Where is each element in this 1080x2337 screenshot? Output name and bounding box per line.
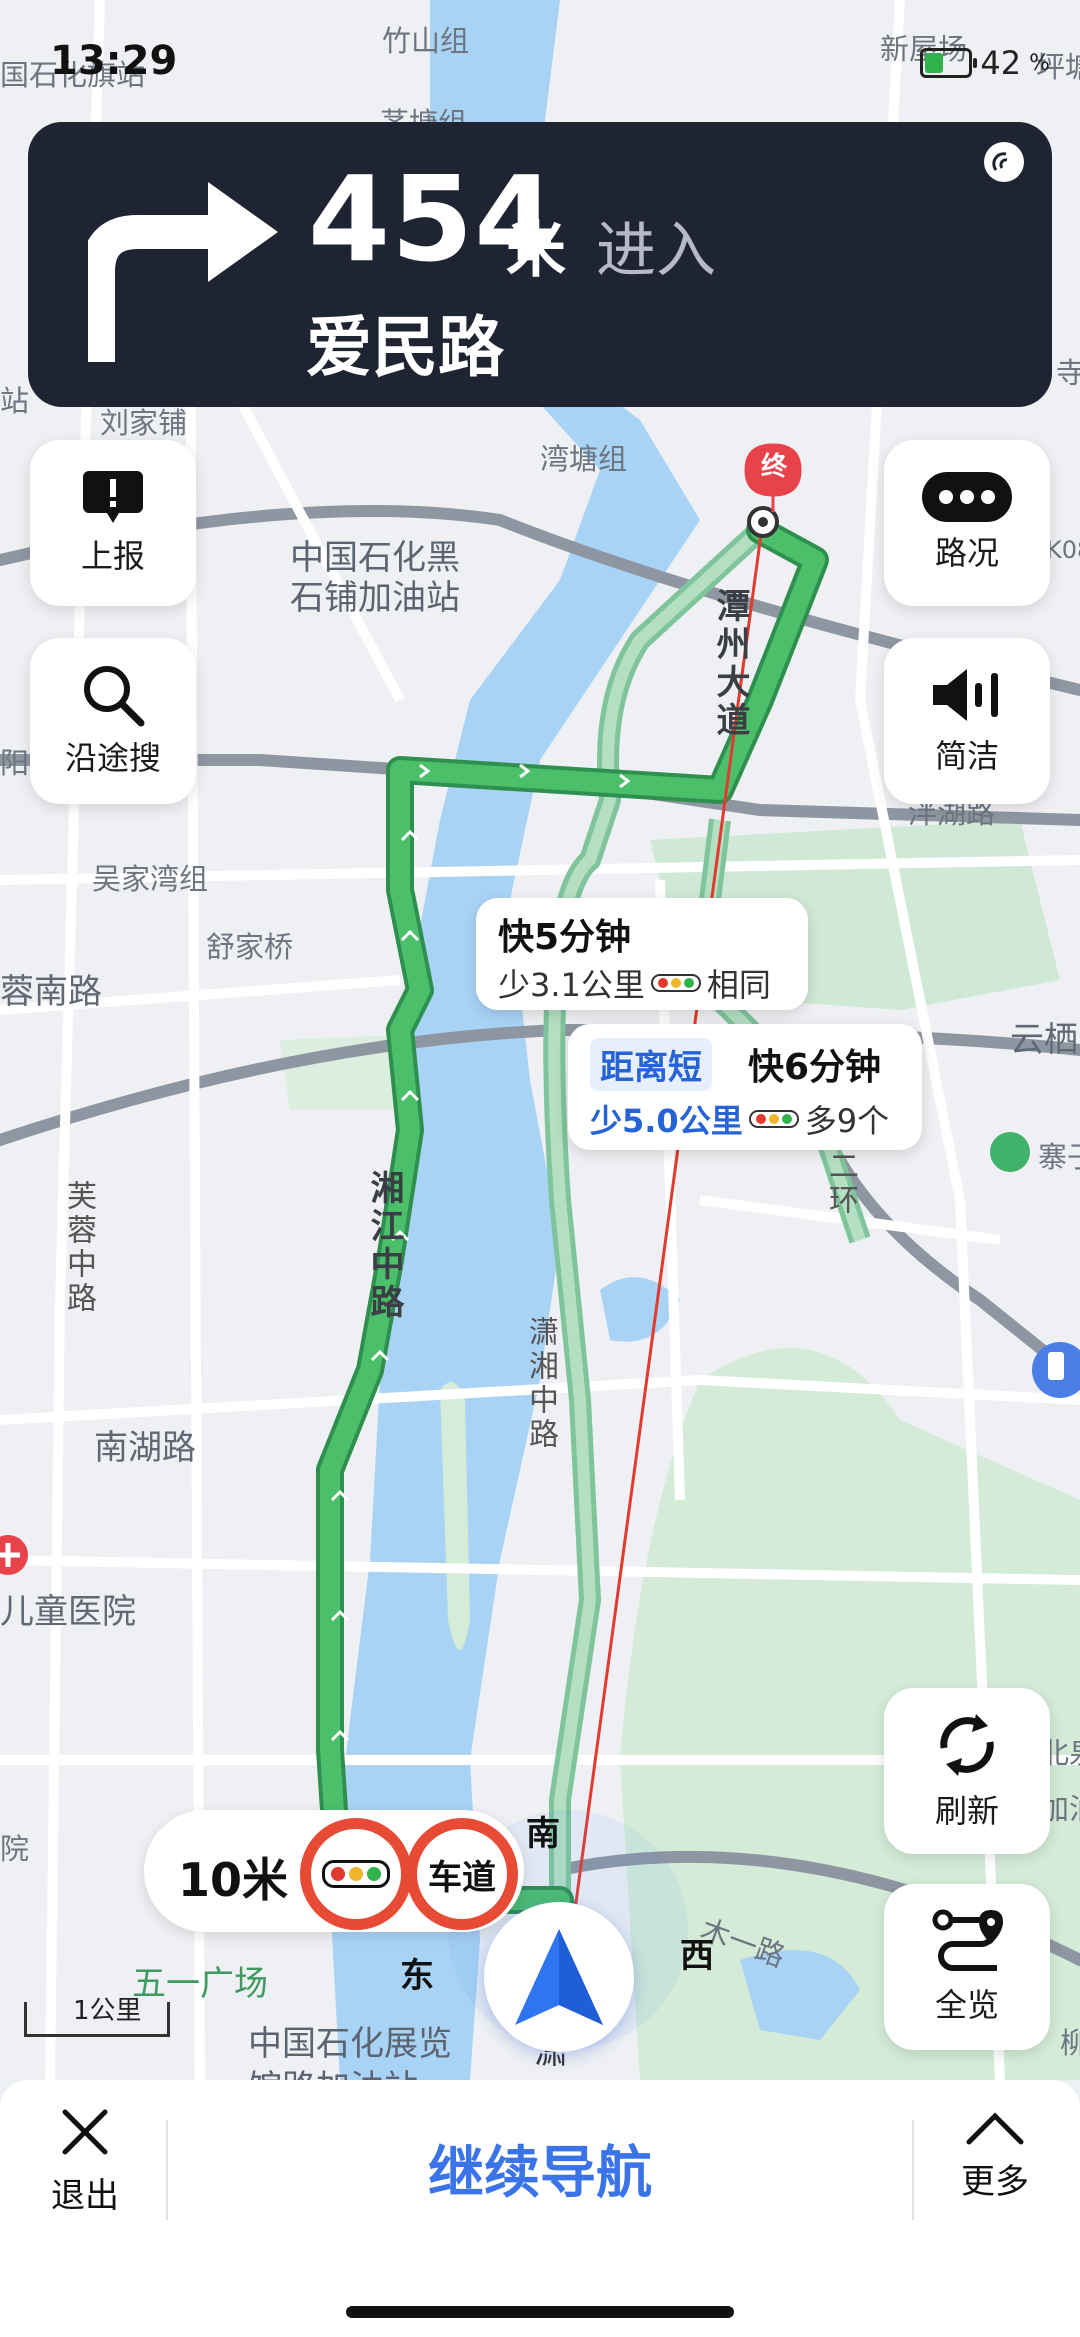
map-label: K08 xyxy=(1046,536,1080,564)
map-label: 寺 xyxy=(1056,356,1080,390)
search-icon xyxy=(84,666,145,727)
map-label: 潇湘中路 xyxy=(523,1316,558,1452)
destination-marker[interactable]: 终 xyxy=(760,446,788,483)
turn-distance-unit: 米 xyxy=(506,216,566,286)
chevron-up-icon xyxy=(966,2112,1024,2145)
status-time: 13:29 xyxy=(50,38,178,84)
map-label: 云栖 xyxy=(1010,1020,1078,1060)
search-along-button[interactable]: 沿途搜 xyxy=(30,638,196,804)
map-label: 柳 xyxy=(1060,2026,1080,2060)
status-bar: 13:29 42% xyxy=(0,34,1080,94)
traffic-icon xyxy=(922,472,1012,522)
map-label: 五一广场 xyxy=(132,1964,268,2004)
refresh-icon xyxy=(940,1714,994,1776)
divider xyxy=(912,2120,914,2220)
map-label: 馆路加油站 xyxy=(248,2060,418,2080)
alt-route-callout-1[interactable]: 快5分钟 少3.1公里 相同 xyxy=(476,898,808,1010)
report-button[interactable]: 上报 xyxy=(30,440,196,606)
map-label: 院 xyxy=(0,1832,30,1866)
home-indicator[interactable] xyxy=(346,2306,734,2318)
turn-action: 进入 xyxy=(596,216,716,286)
speaker-icon xyxy=(933,669,998,721)
road-label-tanzhou: 潭州大道 xyxy=(710,588,750,740)
map-scale: 1公里 xyxy=(24,1996,170,2037)
road-label-xiangjiang: 湘江中路 xyxy=(364,1170,404,1322)
traffic-light-icon xyxy=(748,1110,799,1128)
navigation-arrow-icon xyxy=(515,1929,603,2025)
alt2-distance-saving: 少5.0公里 xyxy=(590,1102,743,1140)
alt2-short-tag: 距离短 xyxy=(590,1038,712,1091)
battery-icon xyxy=(920,48,978,78)
traffic-light-icon xyxy=(650,974,701,992)
report-label: 上报 xyxy=(80,537,145,575)
traffic-label: 路况 xyxy=(934,534,999,572)
turn-right-icon xyxy=(88,182,278,362)
alt1-time-saving: 快5分钟 xyxy=(498,917,632,958)
alt1-distance-saving: 少3.1公里 xyxy=(498,966,645,1004)
report-icon xyxy=(83,471,143,523)
lane-sign: 车道 xyxy=(406,1818,518,1930)
compass-south: 南 xyxy=(526,1814,560,1854)
next-signal-panel: 10米 车道 xyxy=(144,1810,524,1932)
battery-indicator: 42% xyxy=(920,44,1050,82)
map-label: 中国石化展览 xyxy=(248,2024,452,2064)
more-label: 更多 xyxy=(961,2162,1029,2202)
compass-east: 东 xyxy=(400,1956,434,1996)
continue-navigation-button[interactable]: 继续导航 xyxy=(0,2128,1080,2209)
more-button[interactable]: 更多 xyxy=(945,2110,1045,2203)
signal-distance: 10米 xyxy=(178,1853,289,1907)
refresh-label: 刷新 xyxy=(934,1792,999,1830)
turn-guidance-card[interactable]: 454 米 进入 爱民路 xyxy=(28,122,1052,407)
map-label: 吴家湾组 xyxy=(92,862,209,896)
bottom-nav-bar: 退出 继续导航 更多 xyxy=(0,2080,1080,2337)
traffic-button[interactable]: 路况 xyxy=(884,440,1050,606)
route-overview-icon xyxy=(932,1909,1003,1971)
next-road-name: 爱民路 xyxy=(306,309,504,386)
alt1-lights-diff: 相同 xyxy=(706,966,771,1004)
scale-label: 1公里 xyxy=(73,1996,142,2026)
battery-level: 42 xyxy=(980,44,1022,82)
refresh-button[interactable]: 刷新 xyxy=(884,1688,1050,1854)
map-label: 湾塘组 xyxy=(540,442,628,476)
alt-route-callout-2[interactable]: 距离短 快6分钟 少5.0公里 多9个 xyxy=(568,1024,922,1150)
search-along-label: 沿途搜 xyxy=(64,739,161,777)
traffic-light-sign xyxy=(300,1818,412,1930)
alt2-lights-diff: 多9个 xyxy=(804,1102,890,1140)
alt2-time-saving: 快6分钟 xyxy=(748,1047,882,1088)
map-label: 芙蓉中路 xyxy=(61,1180,96,1316)
map-label: 儿童医院 xyxy=(0,1592,136,1632)
overview-label: 全览 xyxy=(934,1986,999,2024)
map-label: 寨子 xyxy=(1038,1140,1080,1174)
overview-button[interactable]: 全览 xyxy=(884,1884,1050,2050)
map-label: 站 xyxy=(0,384,30,418)
map-label: 舒家桥 xyxy=(206,930,294,964)
voice-mode-label: 简洁 xyxy=(934,737,999,775)
current-location-marker[interactable] xyxy=(484,1902,634,2052)
traffic-light-icon xyxy=(322,1860,390,1888)
map-label: 南湖路 xyxy=(94,1428,196,1468)
map-label: 蓉南路 xyxy=(0,972,102,1012)
gps-signal-icon xyxy=(984,142,1024,182)
compass-west: 西 xyxy=(680,1936,714,1976)
voice-mode-button[interactable]: 简洁 xyxy=(884,638,1050,804)
map-label: 石铺加油站 xyxy=(290,578,460,618)
